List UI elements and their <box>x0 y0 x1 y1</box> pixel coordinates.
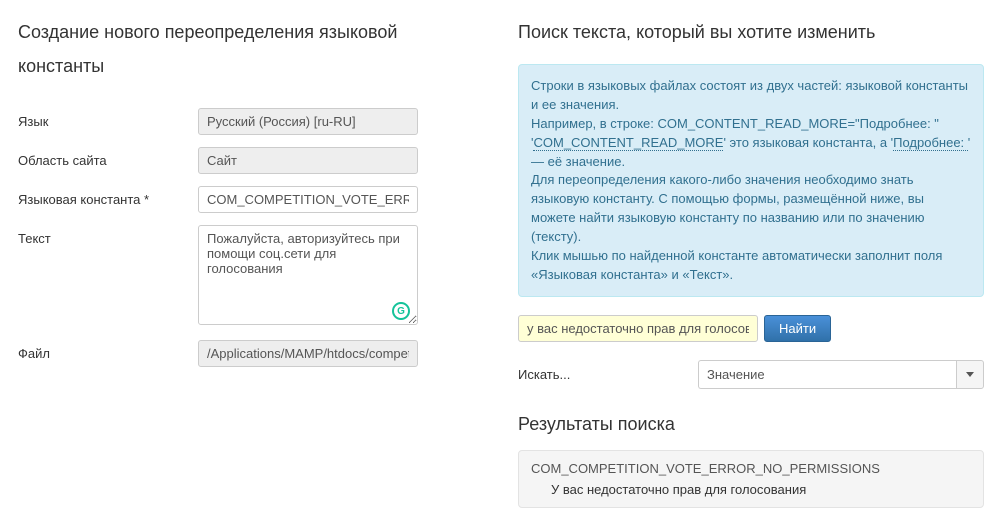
label-location: Область сайта <box>18 147 198 168</box>
search-button[interactable]: Найти <box>764 315 831 342</box>
results-heading: Результаты поиска <box>518 414 984 435</box>
constant-input[interactable] <box>198 186 418 213</box>
search-input[interactable] <box>518 315 758 342</box>
info-line1: Строки в языковых файлах состоят из двух… <box>531 78 968 112</box>
info-line2a: Например, в строке: COM_CONTENT_READ_MOR… <box>531 116 939 131</box>
result-item[interactable]: COM_COMPETITION_VOTE_ERROR_NO_PERMISSION… <box>518 450 984 508</box>
info-alert: Строки в языковых файлах состоят из двух… <box>518 64 984 297</box>
info-const-ex: COM_CONTENT_READ_MORE <box>533 135 723 151</box>
search-type-select[interactable]: Значение <box>698 360 984 389</box>
file-input <box>198 340 418 367</box>
info-mid: ' это языковая константа, а ' <box>723 135 893 150</box>
info-line3: Для переопределения какого-либо значения… <box>531 172 925 244</box>
label-constant: Языковая константа * <box>18 186 198 207</box>
label-language: Язык <box>18 108 198 129</box>
info-line4: Клик мышью по найденной константе автома… <box>531 248 942 282</box>
label-text: Текст <box>18 225 198 246</box>
select-label: Искать... <box>518 367 698 382</box>
label-file: Файл <box>18 340 198 361</box>
left-heading: Создание нового переопределения языковой… <box>18 15 488 83</box>
right-heading: Поиск текста, который вы хотите изменить <box>518 15 984 49</box>
chevron-down-icon[interactable] <box>956 360 984 389</box>
text-textarea[interactable]: Пожалуйста, авторизуйтесь при помощи соц… <box>198 225 418 325</box>
select-value[interactable]: Значение <box>698 360 956 389</box>
result-value: У вас недостаточно прав для голосования <box>531 482 971 497</box>
location-input <box>198 147 418 174</box>
result-const: COM_COMPETITION_VOTE_ERROR_NO_PERMISSION… <box>531 461 971 476</box>
info-val-ex: Подробнее: <box>893 135 968 151</box>
language-input <box>198 108 418 135</box>
